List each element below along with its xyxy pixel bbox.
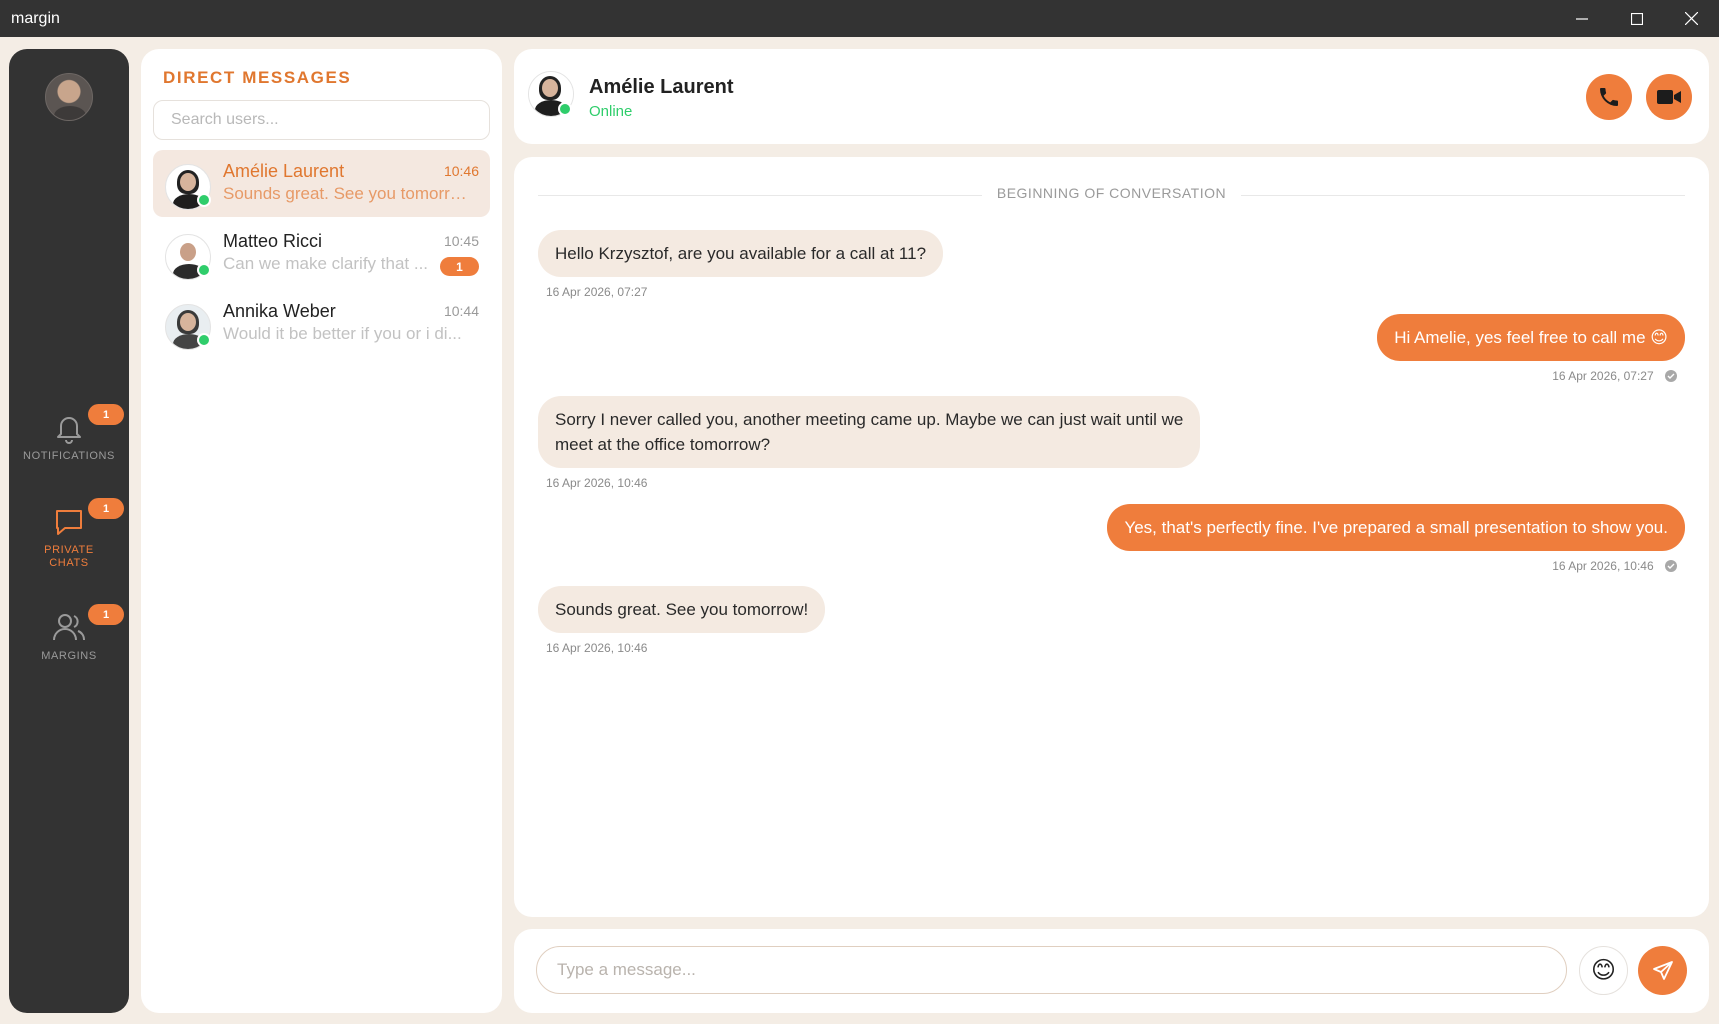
conversation-time: 10:45 <box>443 233 479 249</box>
nav-item-notifications[interactable]: NOTIFICATIONS 1 <box>9 404 129 462</box>
direct-messages-panel: DIRECT MESSAGES Amélie Laurent 10:46 Sou… <box>141 49 502 1013</box>
private-chats-badge: 1 <box>88 498 124 519</box>
message-timestamp: 16 Apr 2026, 10:46 <box>1552 559 1654 573</box>
message-timestamp: 16 Apr 2026, 07:27 <box>1552 369 1654 383</box>
conversation-name: Annika Weber <box>223 301 336 321</box>
smiley-icon: 😊 <box>1590 957 1617 984</box>
dm-panel-title: DIRECT MESSAGES <box>163 68 352 87</box>
maximize-button[interactable] <box>1609 0 1664 37</box>
message-text-line: meet at the office tomorrow? <box>555 435 771 454</box>
video-camera-icon <box>1657 90 1681 104</box>
separator-label: BEGINNING OF CONVERSATION <box>981 185 1242 201</box>
message-bubble: Sorry I never called you, another meetin… <box>538 396 1201 468</box>
conversation-name: Amélie Laurent <box>223 161 345 181</box>
online-indicator <box>197 333 211 347</box>
message-bubble: Hi Amelie, yes feel free to call me 😊 <box>1377 314 1685 361</box>
message-bubble: Yes, that's perfectly fine. I've prepare… <box>1107 504 1685 551</box>
contact-name: Amélie Laurent <box>589 76 734 98</box>
conversation-preview: Can we make clarify that ... <box>223 254 429 273</box>
minimize-button[interactable] <box>1554 0 1609 37</box>
nav-label-private-chats: PRIVATE CHATS <box>44 544 94 569</box>
contact-status: Online <box>589 103 633 120</box>
send-icon <box>1652 960 1673 980</box>
conversation-separator: BEGINNING OF CONVERSATION <box>514 185 1709 203</box>
message-input[interactable] <box>536 946 1567 994</box>
message-timestamp: 16 Apr 2026, 10:46 <box>546 641 648 655</box>
conversation-item-annika[interactable]: Annika Weber 10:44 Would it be better if… <box>153 290 490 357</box>
message-timestamp: 16 Apr 2026, 10:46 <box>546 476 648 490</box>
video-call-button[interactable] <box>1646 74 1692 120</box>
conversation-name: Matteo Ricci <box>223 231 323 251</box>
read-check-icon <box>1665 560 1677 572</box>
window-title: margin <box>11 9 60 27</box>
users-icon <box>53 614 85 641</box>
message-outgoing: Hi Amelie, yes feel free to call me 😊 16… <box>1377 314 1685 383</box>
close-icon <box>1685 12 1698 25</box>
minimize-icon <box>1575 17 1588 20</box>
message-thread: BEGINNING OF CONVERSATION Hello Krzyszto… <box>514 157 1709 917</box>
send-button[interactable] <box>1638 946 1687 995</box>
conversation-preview: Would it be better if you or i di... <box>223 324 462 343</box>
nav-rail: NOTIFICATIONS 1 PRIVATE CHATS 1 MARGINS … <box>9 49 129 1013</box>
message-incoming: Hello Krzysztof, are you available for a… <box>538 230 944 299</box>
message-bubble: Sounds great. See you tomorrow! <box>538 586 826 633</box>
message-text-line: Sorry I never called you, another meetin… <box>555 410 1184 429</box>
online-indicator <box>558 102 572 116</box>
message-outgoing: Yes, that's perfectly fine. I've prepare… <box>1107 504 1685 573</box>
emoji-button[interactable]: 😊 <box>1579 946 1628 995</box>
maximize-icon <box>1630 12 1643 25</box>
message-meta: 16 Apr 2026, 07:27 <box>1377 369 1685 383</box>
window-titlebar: margin <box>0 0 1719 37</box>
unread-badge: 1 <box>440 257 479 276</box>
close-button[interactable] <box>1664 0 1719 37</box>
read-check-icon <box>1665 370 1677 382</box>
nav-label-margins: MARGINS <box>41 650 97 662</box>
voice-call-button[interactable] <box>1586 74 1632 120</box>
bell-icon <box>57 417 81 444</box>
margins-badge: 1 <box>88 604 124 625</box>
message-incoming: Sounds great. See you tomorrow! 16 Apr 2… <box>538 586 826 655</box>
user-avatar[interactable] <box>45 73 93 121</box>
search-users-input[interactable] <box>153 100 490 140</box>
online-indicator <box>197 193 211 207</box>
nav-label-notifications: NOTIFICATIONS <box>23 450 115 462</box>
message-meta: 16 Apr 2026, 10:46 <box>1107 559 1685 573</box>
chat-header: Amélie Laurent Online <box>514 49 1709 144</box>
phone-icon <box>1600 88 1618 106</box>
message-incoming: Sorry I never called you, another meetin… <box>538 396 1201 490</box>
conversation-list: Amélie Laurent 10:46 Sounds great. See y… <box>153 150 490 360</box>
online-indicator <box>197 263 211 277</box>
message-bubble: Hello Krzysztof, are you available for a… <box>538 230 944 277</box>
nav-item-private-chats[interactable]: PRIVATE CHATS 1 <box>9 498 129 570</box>
window-controls <box>1554 0 1719 37</box>
message-timestamp: 16 Apr 2026, 07:27 <box>546 285 648 299</box>
chat-bubble-icon <box>56 510 82 535</box>
message-composer: 😊 <box>514 929 1709 1013</box>
nav-item-margins[interactable]: MARGINS 1 <box>9 604 129 662</box>
conversation-time: 10:44 <box>443 303 479 319</box>
notifications-badge: 1 <box>88 404 124 425</box>
conversation-item-matteo[interactable]: Matteo Ricci 10:45 Can we make clarify t… <box>153 220 490 287</box>
conversation-item-amelie[interactable]: Amélie Laurent 10:46 Sounds great. See y… <box>153 150 490 217</box>
conversation-time: 10:46 <box>443 163 479 179</box>
conversation-preview: Sounds great. See you tomorrow! <box>223 184 475 203</box>
